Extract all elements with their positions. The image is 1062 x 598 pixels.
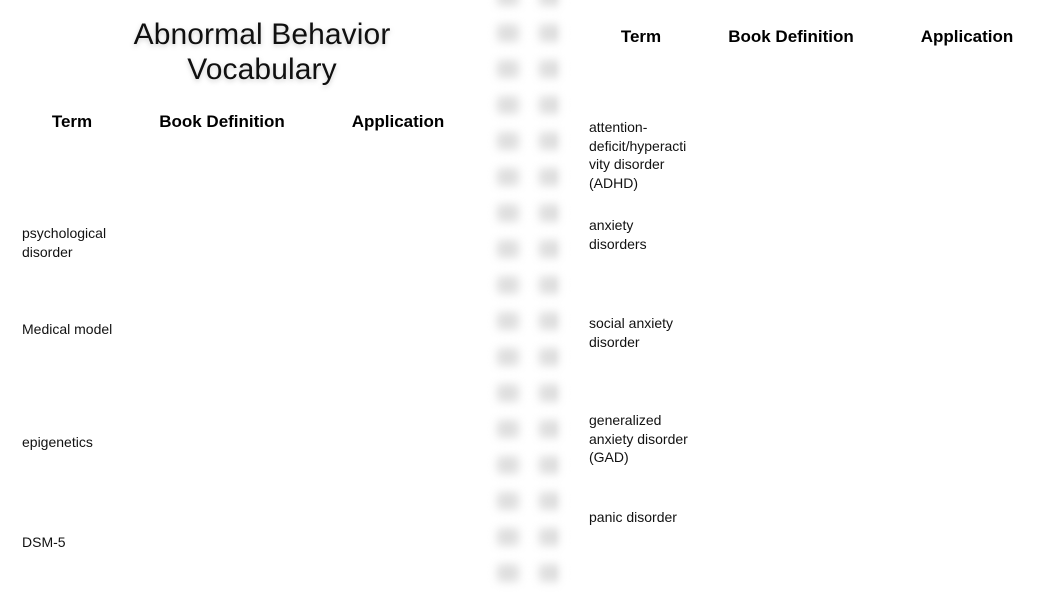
binder-ring [539,0,561,6]
cell-term[interactable]: Medical model [22,320,118,339]
column-header-term: Term [620,27,662,46]
table-row: attention-deficit/hyperactivity disorder… [569,60,1039,191]
binder-ring [539,420,561,438]
binder-ring [497,204,519,222]
binder-ring [539,240,561,258]
column-header-application: Application [351,112,445,131]
column-header-book-definition: Book Definition [159,112,285,131]
binder-ring [539,384,561,402]
table-row: panic disorder [569,444,1039,540]
binder-ring [539,60,561,78]
page-title: Abnormal Behavior Vocabulary [133,18,391,86]
column-header-book-definition: Book Definition [728,27,854,46]
binder-ring [497,240,519,258]
column-header-application: Application [920,27,1014,46]
binder-ring [497,528,519,546]
binder-ring [497,276,519,294]
document-page-1: Abnormal Behavior Vocabulary Term Book D… [0,0,493,598]
cell-term[interactable]: social anxiety disorder [589,314,689,351]
table-body: attention-deficit/hyperactivity disorder… [569,60,1039,540]
binder-ring [539,168,561,186]
table-body: psychological disorder Medical model epi… [0,145,470,550]
binder-ring [497,168,519,186]
spiral-binder-rings-icon [493,0,569,598]
binder-ring [539,528,561,546]
binder-ring [539,132,561,150]
column-header-term: Term [51,112,93,131]
binder-ring [539,456,561,474]
binder-ring [497,24,519,42]
table-row: social anxiety disorder [569,252,1039,351]
binder-ring [539,96,561,114]
binder-ring-column-left [497,0,523,598]
table-header-row: Term Book Definition Application [0,112,470,145]
table-header-row: Term Book Definition Application [569,27,1039,60]
binder-ring [497,96,519,114]
table-row: Medical model [0,241,470,337]
binder-ring [539,312,561,330]
binder-ring [497,132,519,150]
vocabulary-table-page-2: Term Book Definition Application attenti… [569,27,1039,540]
binder-ring [539,276,561,294]
binder-ring [539,492,561,510]
binder-ring [497,60,519,78]
binder-ring [497,564,519,582]
table-row: epigenetics [0,337,470,450]
binder-ring [497,492,519,510]
binder-ring [497,348,519,366]
binder-ring [497,384,519,402]
vocabulary-table-page-1: Term Book Definition Application psychol… [0,112,470,550]
binder-ring [497,312,519,330]
binder-ring [539,204,561,222]
binder-ring [497,456,519,474]
binder-ring [539,24,561,42]
binder-ring [539,564,561,582]
table-row: psychological disorder [0,145,470,260]
table-row: generalized anxiety disorder (GAD) [569,348,1039,465]
cell-term[interactable]: DSM-5 [22,533,118,552]
document-canvas: Abnormal Behavior Vocabulary Term Book D… [0,0,1062,598]
binder-ring [497,420,519,438]
table-row: DSM-5 [0,433,470,550]
binder-ring-column-right [539,0,565,598]
cell-term[interactable]: anxiety disorders [589,216,689,253]
table-row: anxiety disorders [569,156,1039,252]
binder-ring [497,0,519,6]
binder-ring [539,348,561,366]
cell-term[interactable]: panic disorder [589,508,689,527]
